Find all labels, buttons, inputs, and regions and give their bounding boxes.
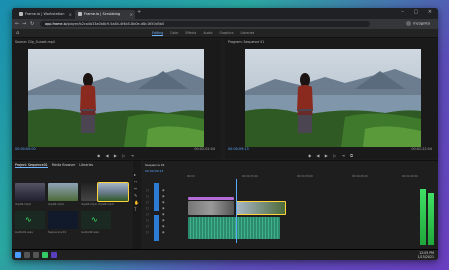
program-video-frame[interactable] — [245, 49, 421, 147]
source-timecode: 00:00:00:00 — [15, 147, 36, 151]
audio-wave-icon: ∿ — [91, 215, 98, 224]
workspace-color[interactable]: Color — [170, 31, 178, 35]
track-toggles[interactable]: ▢ ▢ ▢ ▢ ▢ ▢ ▢ ▢ — [146, 187, 149, 235]
frameio-icon — [19, 12, 23, 16]
project-panel: Project: Sequence01 Media Browser Librar… — [12, 160, 132, 249]
audio-thumbnail[interactable]: ∿ — [15, 211, 45, 229]
program-monitor: Program: Sequence 01 00:00:09:13 00:01:2… — [225, 39, 438, 179]
clip-name: Audio02.wav — [81, 230, 100, 234]
windows-start-icon[interactable] — [15, 252, 21, 258]
browser-app-icon[interactable] — [42, 252, 48, 258]
track-lock-icons[interactable]: ◉ ◉ ◉ ◉ ◉ ◉ ◉ ◉ — [162, 187, 165, 235]
reload-icon[interactable]: ↻ — [30, 21, 34, 27]
selected-video-clip[interactable] — [236, 201, 286, 215]
task-view-icon[interactable] — [33, 252, 39, 258]
source-duration: 00:02:02:04 — [194, 147, 215, 151]
home-icon[interactable]: ⌂ — [16, 30, 19, 36]
sequence-thumbnail[interactable] — [48, 211, 78, 229]
app-header: ⌂ Editing Color Effects Audio Graphics L… — [12, 29, 438, 38]
forward-icon[interactable]: → — [22, 21, 26, 27]
frameio-icon — [78, 12, 82, 16]
browser-window: Frame.io | Workstation × Frame.io | Scru… — [12, 8, 438, 260]
sequence-tab[interactable]: Sequence 01 — [145, 163, 165, 167]
playhead[interactable] — [236, 179, 237, 243]
audio-meter-right — [428, 193, 434, 245]
workspace-audio[interactable]: Audio — [203, 31, 212, 35]
incognito-icon — [406, 21, 412, 26]
system-tray-clock[interactable]: 12:05 PM 1/15/2021 — [418, 251, 434, 259]
tool-icons[interactable]: ▸ ⇿ ✂ ✎ ✋ T — [134, 171, 139, 213]
profile-badge[interactable]: Incognito — [406, 21, 430, 26]
window-controls[interactable]: – ▢ × — [401, 9, 436, 15]
workspace-graphics[interactable]: Graphics — [219, 31, 233, 35]
browser-tab-scrubbing[interactable]: Frame.io | Scrubbing × — [75, 10, 135, 19]
audio-meter-left — [420, 189, 426, 245]
clip-name: clip04.mp4 — [98, 202, 114, 206]
workspace-effects[interactable]: Effects — [185, 31, 196, 35]
tab-media-browser[interactable]: Media Browser — [52, 163, 76, 167]
program-duration: 00:01:22:04 — [411, 147, 432, 151]
audio-thumbnail[interactable]: ∿ — [81, 211, 111, 229]
selected-clip-thumbnail[interactable] — [97, 182, 129, 202]
video-clip[interactable] — [188, 201, 234, 215]
audio-wave-icon: ∿ — [25, 215, 32, 224]
tab-libraries[interactable]: Libraries — [79, 163, 93, 167]
workspace-editing[interactable]: Editing — [152, 31, 164, 36]
source-video-frame[interactable] — [28, 49, 204, 147]
program-timecode: 00:00:09:13 — [228, 147, 249, 151]
audio-clip[interactable] — [188, 217, 280, 239]
tab-project[interactable]: Project: Sequence01 — [15, 163, 48, 168]
track-target-a1[interactable] — [154, 215, 159, 241]
project-panel-tabs: Project: Sequence01 Media Browser Librar… — [15, 163, 93, 168]
premiere-app-icon[interactable] — [51, 252, 57, 258]
time-ruler[interactable]: 00:00 00:00:15:00 00:00:30:00 00:00:45:0… — [187, 175, 427, 179]
os-taskbar: 12:05 PM 1/15/2021 — [12, 249, 438, 260]
clip-name: clip02.mp4 — [48, 202, 64, 206]
address-bar-row: ← → ↻ app.frame.io/player/b2ca4b33a0b8c9… — [12, 19, 438, 29]
new-tab-icon[interactable]: + — [137, 9, 141, 15]
back-icon[interactable]: ← — [15, 21, 19, 27]
source-transport-controls[interactable]: ◆ ◀ ▶ ▷ ⇥ — [12, 153, 221, 159]
clip-name: clip01.mp4 — [15, 202, 31, 206]
clip-thumbnail[interactable] — [15, 183, 45, 201]
title-clip[interactable] — [188, 197, 234, 200]
clip-name: Audio01.wav — [15, 230, 34, 234]
timeline-panel: Sequence 01 00:00:09:13 00:00 00:00:15:0… — [142, 160, 438, 249]
tools-strip: ▸ ⇿ ✂ ✎ ✋ T — [133, 160, 141, 249]
clip-name: Sequence 01 — [48, 230, 67, 234]
track-headers: ▢ ▢ ▢ ▢ ▢ ▢ ▢ ▢ ◉ ◉ ◉ ◉ ◉ ◉ ◉ ◉ — [144, 183, 186, 243]
workspace-libraries[interactable]: Libraries — [241, 31, 255, 35]
search-icon[interactable] — [24, 252, 30, 258]
program-monitor-label: Program: Sequence 01 — [228, 40, 265, 44]
timeline-timecode: 00:00:09:13 — [145, 169, 164, 173]
close-tab-icon[interactable]: × — [130, 12, 133, 17]
clip-name: clip03.mp4 — [81, 202, 97, 206]
close-tab-icon[interactable]: × — [69, 12, 72, 17]
source-monitor-label: Source: Clip_Sunset.mp4 — [15, 40, 55, 44]
source-monitor: Source: Clip_Sunset.mp4 00:00:00:00 00:0… — [12, 39, 221, 159]
workspace-menu: Editing Color Effects Audio Graphics Lib… — [152, 31, 260, 36]
program-transport-controls[interactable]: ◆ ◀ ▶ ▷ ⇥ ⧉ — [225, 153, 438, 159]
url-field[interactable]: app.frame.io/player/b2ca4b33a0b8c9-5a84-… — [40, 21, 370, 27]
track-target-v1[interactable] — [154, 183, 159, 211]
tab-bar: Frame.io | Workstation × Frame.io | Scru… — [12, 8, 438, 19]
browser-tab-workstation[interactable]: Frame.io | Workstation × — [16, 10, 74, 19]
clip-thumbnail[interactable] — [48, 183, 78, 201]
